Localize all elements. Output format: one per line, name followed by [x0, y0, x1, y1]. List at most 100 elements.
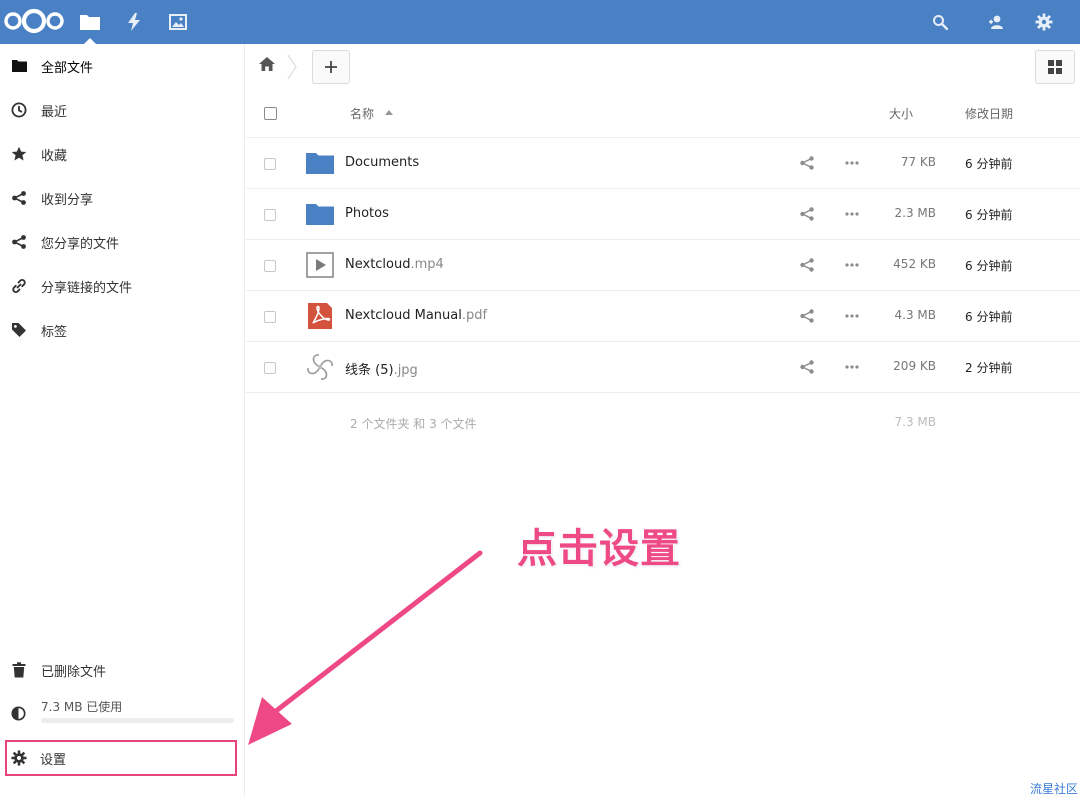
sidebar-item-recent[interactable]: 最近: [0, 88, 245, 132]
sidebar-item-shared-by-you[interactable]: 您分享的文件: [0, 220, 245, 264]
file-summary-size: 7.3 MB: [894, 415, 936, 429]
contacts-icon: [989, 15, 1003, 29]
sidebar-item-all-files[interactable]: 全部文件: [0, 44, 245, 88]
column-header-modified[interactable]: 修改日期: [965, 105, 1013, 122]
breadcrumb-separator: [286, 52, 298, 82]
sidebar-item-label: 最近: [41, 104, 68, 120]
file-summary: 2 个文件夹 和 3 个文件: [350, 417, 477, 431]
home-icon: [259, 57, 275, 71]
more-actions-icon[interactable]: [844, 155, 860, 171]
file-name[interactable]: Nextcloud Manual.pdf: [345, 308, 487, 323]
select-all-checkbox[interactable]: [264, 107, 277, 120]
file-name[interactable]: Photos: [345, 206, 389, 221]
file-modified: 6 分钟前: [965, 208, 1013, 222]
home-breadcrumb[interactable]: [258, 56, 278, 76]
file-size: 452 KB: [893, 257, 936, 271]
clock-icon: [10, 101, 28, 119]
folder-icon: [305, 199, 335, 229]
more-actions-icon[interactable]: [844, 359, 860, 375]
file-size: 4.3 MB: [894, 308, 936, 322]
grid-icon: [1048, 60, 1062, 74]
more-actions-icon[interactable]: [844, 257, 860, 273]
sidebar-item-label: 标签: [41, 324, 68, 340]
watermark: 流星社区: [1029, 782, 1078, 796]
file-size: 209 KB: [893, 359, 936, 373]
more-actions-icon[interactable]: [844, 308, 860, 324]
settings-highlight-box: [5, 740, 237, 776]
file-row[interactable]: Nextcloud Manual.pdf 4.3 MB 6 分钟前: [246, 291, 1080, 342]
quota-label: 7.3 MB 已使用: [41, 700, 123, 714]
file-row[interactable]: Nextcloud.mp4 452 KB 6 分钟前: [246, 240, 1080, 291]
row-checkbox[interactable]: [264, 260, 276, 272]
file-list-header: 名称 大小 修改日期: [246, 90, 1080, 138]
share-icon[interactable]: [799, 155, 815, 171]
sidebar-item-label: 收藏: [41, 148, 68, 164]
trash-icon: [10, 661, 28, 679]
folder-icon: [305, 148, 335, 178]
share-icon[interactable]: [799, 206, 815, 222]
row-checkbox[interactable]: [264, 158, 276, 170]
link-icon: [10, 277, 28, 295]
sidebar-item-label: 已删除文件: [41, 664, 107, 680]
sidebar-item-shared-with-you[interactable]: 收到分享: [0, 176, 245, 220]
grid-view-toggle-button[interactable]: [1035, 50, 1075, 84]
nextcloud-logo-icon[interactable]: [2, 7, 66, 35]
file-name[interactable]: Documents: [345, 155, 419, 170]
file-row[interactable]: 线条 (5).jpg 209 KB 2 分钟前: [246, 342, 1080, 393]
files-toolbar: [246, 44, 1080, 90]
more-actions-icon[interactable]: [844, 206, 860, 222]
share-icon[interactable]: [799, 359, 815, 375]
sidebar-item-label: 全部文件: [41, 60, 94, 76]
file-size: 2.3 MB: [894, 206, 936, 220]
plus-icon: [325, 61, 337, 73]
quota-progress-bar: [41, 718, 234, 723]
folder-icon: [10, 57, 28, 75]
sidebar-item-label: 分享链接的文件: [41, 280, 133, 296]
file-modified: 6 分钟前: [965, 259, 1013, 273]
file-name[interactable]: Nextcloud.mp4: [345, 257, 444, 272]
file-modified: 6 分钟前: [965, 310, 1013, 324]
file-row[interactable]: Documents 77 KB 6 分钟前: [246, 138, 1080, 189]
sidebar-item-tags[interactable]: 标签: [0, 308, 245, 352]
activity-app-button[interactable]: [112, 0, 156, 44]
sidebar-item-deleted-files[interactable]: 已删除文件: [0, 648, 245, 692]
storage-quota: 7.3 MB 已使用: [0, 690, 245, 734]
row-checkbox[interactable]: [264, 311, 276, 323]
file-name[interactable]: 线条 (5).jpg: [345, 359, 418, 378]
sidebar-item-label: 您分享的文件: [41, 236, 120, 252]
search-button[interactable]: [918, 0, 962, 44]
app-navigation-sidebar: 全部文件 最近 收藏 收到分享 您分享的文件 分享链接的文件 标签 已删除文件 …: [0, 44, 245, 797]
new-file-button[interactable]: [312, 50, 350, 84]
star-icon: [10, 145, 28, 163]
sidebar-item-favorites[interactable]: 收藏: [0, 132, 245, 176]
top-header: [0, 0, 1080, 44]
files-app-button[interactable]: [68, 0, 112, 44]
pie-chart-icon: [11, 706, 26, 725]
share-icon[interactable]: [799, 257, 815, 273]
share-icon[interactable]: [799, 308, 815, 324]
sort-ascending-icon: [385, 110, 393, 115]
row-checkbox[interactable]: [264, 362, 276, 374]
folder-icon: [80, 15, 100, 30]
file-row[interactable]: Photos 2.3 MB 6 分钟前: [246, 189, 1080, 240]
share-icon: [10, 233, 28, 251]
column-header-size[interactable]: 大小: [889, 105, 913, 122]
file-modified: 6 分钟前: [965, 157, 1013, 171]
lightning-icon: [128, 13, 140, 31]
files-main-content: 名称 大小 修改日期 Documents 77 KB 6 分钟前 Photos …: [246, 44, 1080, 797]
search-icon: [933, 15, 948, 30]
sidebar-item-label: 收到分享: [41, 192, 94, 208]
file-size: 77 KB: [900, 155, 936, 169]
row-checkbox[interactable]: [264, 209, 276, 221]
contacts-menu-button[interactable]: [974, 0, 1018, 44]
share-icon: [10, 189, 28, 207]
gallery-app-button[interactable]: [156, 0, 200, 44]
file-modified: 2 分钟前: [965, 361, 1013, 375]
video-file-icon: [305, 250, 335, 280]
gear-icon: [1035, 13, 1053, 31]
annotation-label: 点击设置: [517, 526, 681, 572]
sidebar-item-shared-by-link[interactable]: 分享链接的文件: [0, 264, 245, 308]
image-icon: [169, 14, 187, 30]
column-header-name[interactable]: 名称: [350, 105, 374, 122]
settings-menu-button[interactable]: [1022, 0, 1066, 44]
